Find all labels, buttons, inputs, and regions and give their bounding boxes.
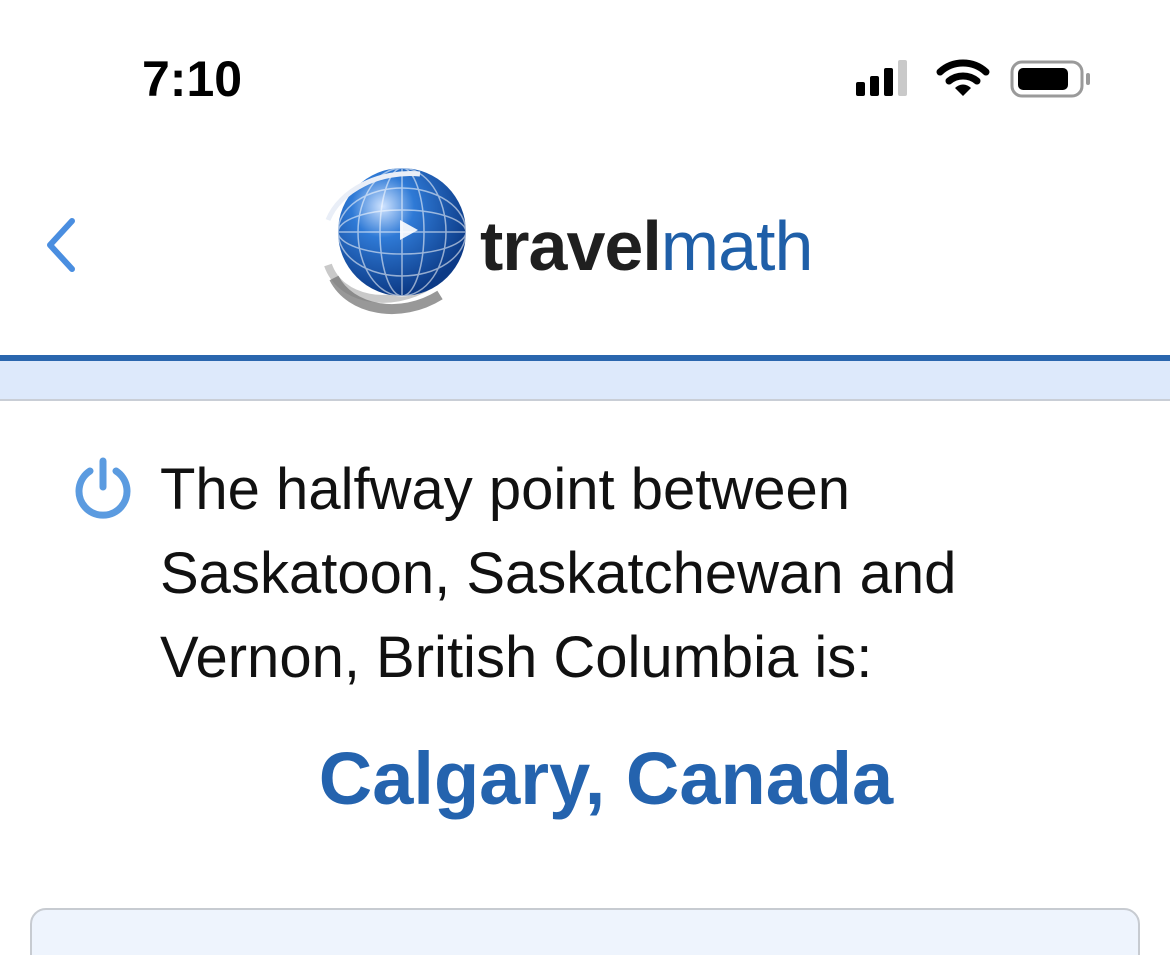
battery-icon (1010, 60, 1090, 98)
power-icon (72, 457, 134, 519)
wifi-icon (936, 59, 990, 96)
status-bar: 7:10 (0, 0, 1170, 150)
chevron-left-icon (47, 218, 75, 272)
cellular-signal-icon (856, 60, 907, 96)
globe-icon (324, 167, 467, 314)
halfway-headline: The halfway point between Saskatoon, Sas… (160, 457, 957, 690)
logo-wordmark: travelmath (480, 206, 814, 286)
logo-word-math: math (660, 207, 814, 285)
logo-word-travel: travel (480, 207, 662, 285)
sub-header-band (0, 361, 1170, 401)
status-time: 7:10 (142, 51, 243, 107)
content-card (30, 908, 1140, 955)
page: 7:10 travelmath The halfway point betwee… (0, 0, 1170, 955)
travelmath-logo[interactable]: travelmath (300, 140, 860, 335)
halfway-result-link[interactable]: Calgary, Canada (0, 736, 1170, 821)
status-icons (850, 56, 1100, 102)
back-button[interactable] (30, 210, 90, 280)
header: travelmath (0, 140, 1170, 356)
